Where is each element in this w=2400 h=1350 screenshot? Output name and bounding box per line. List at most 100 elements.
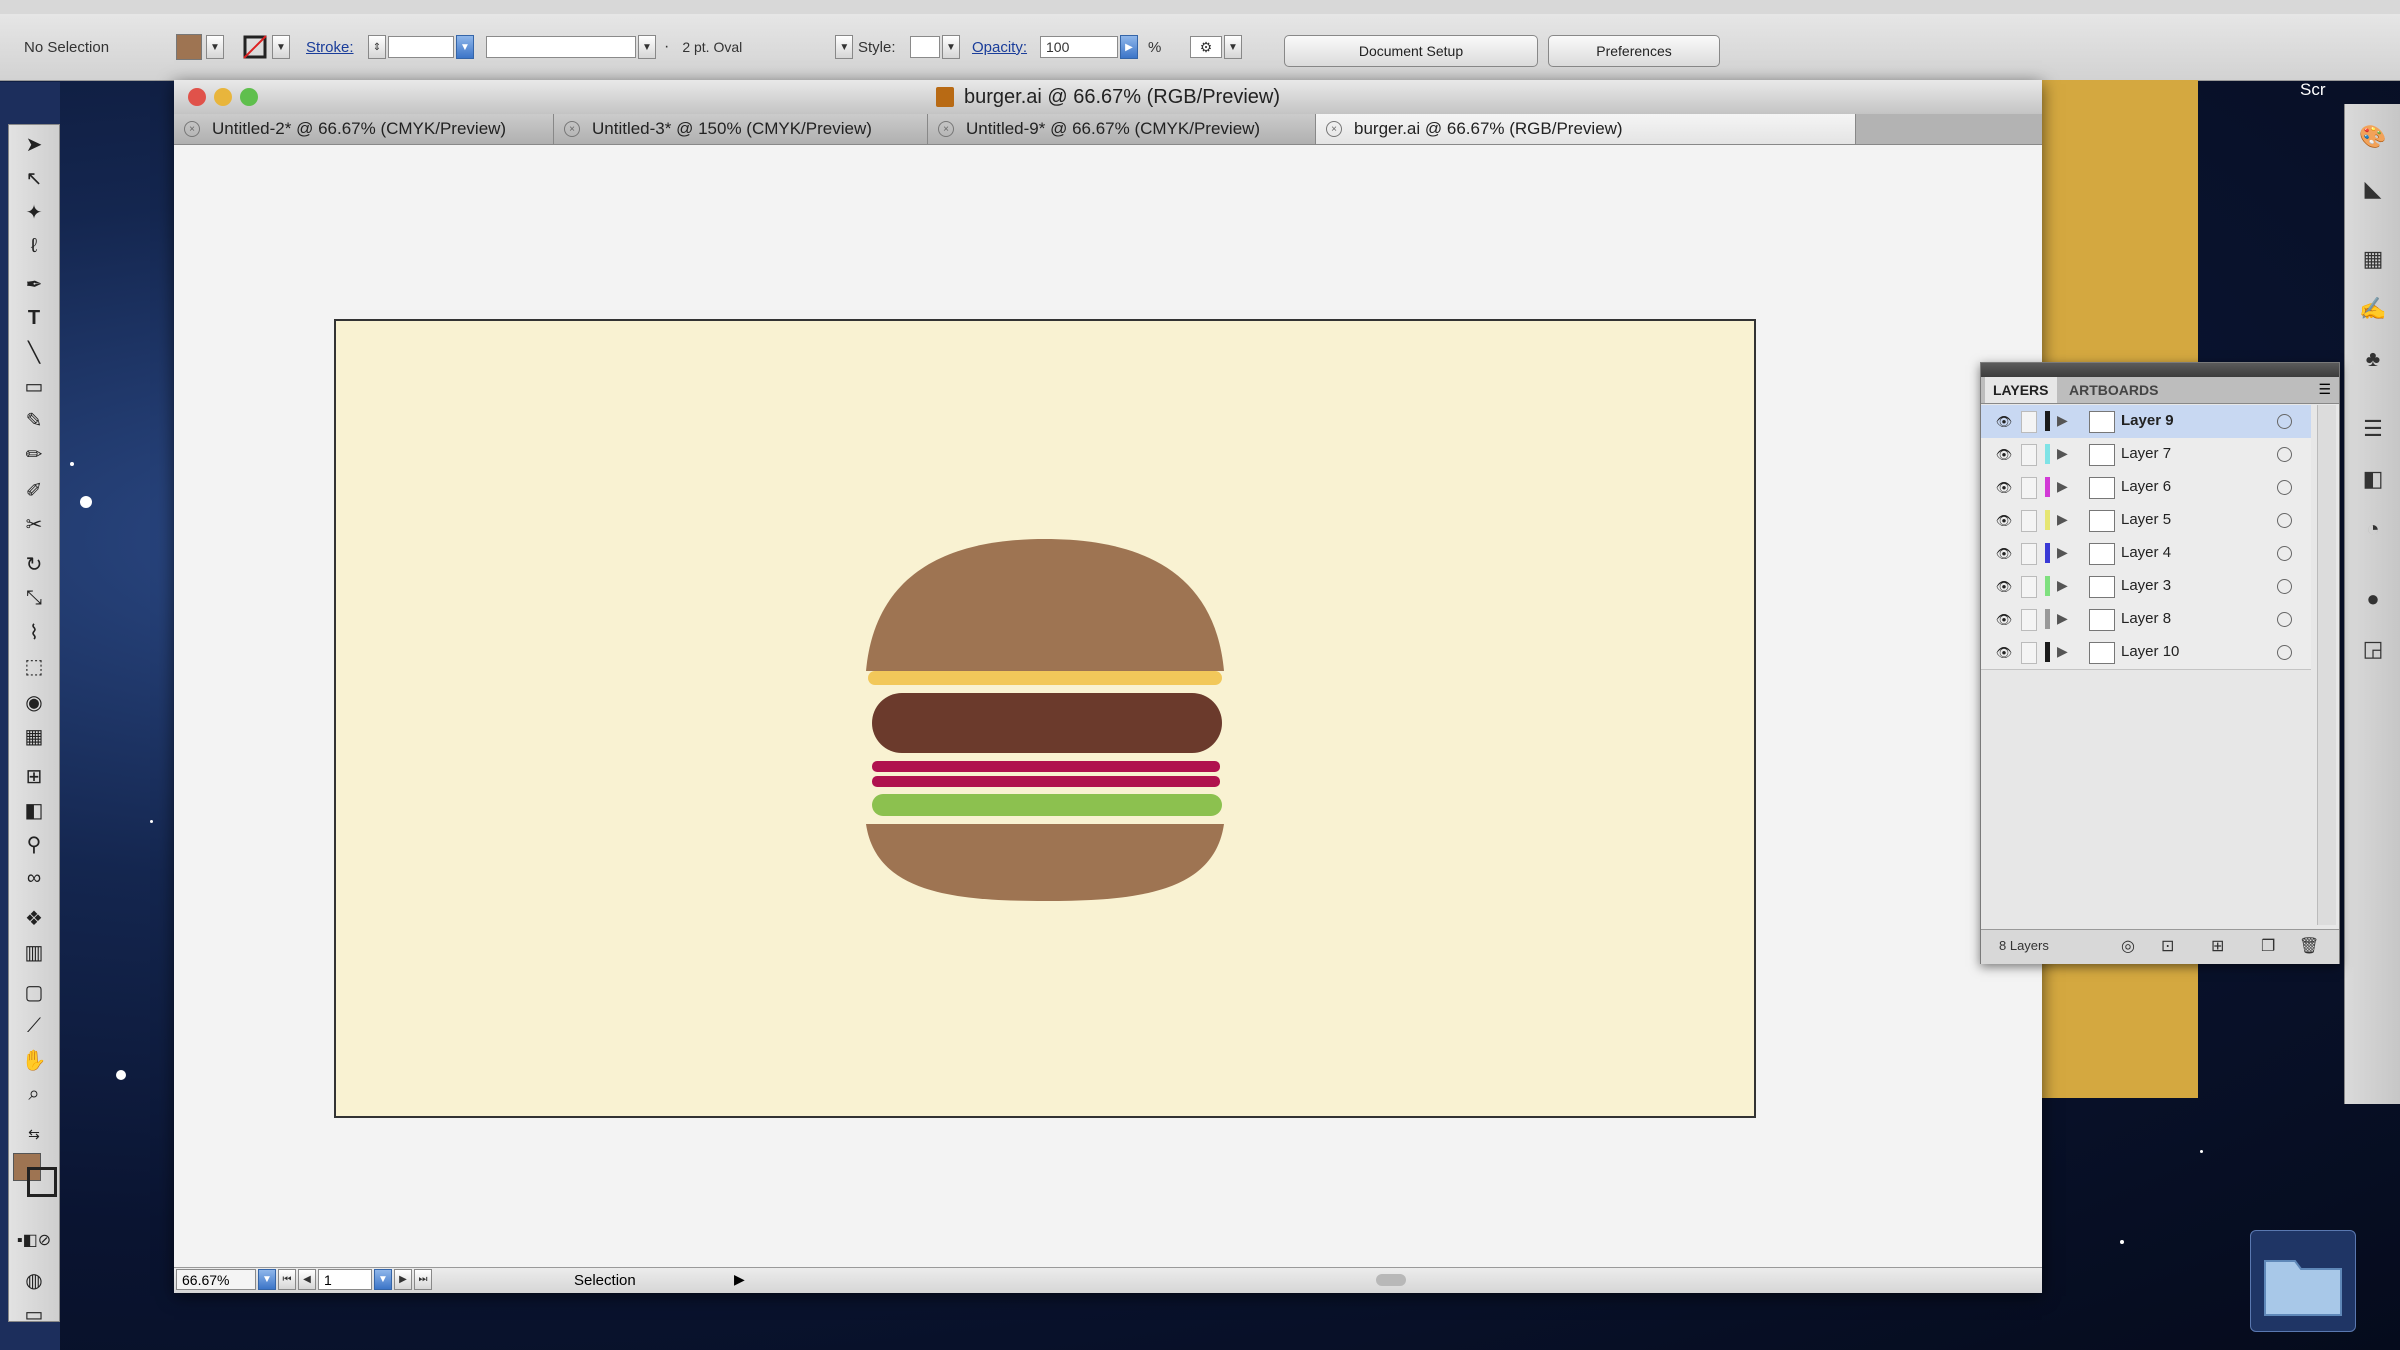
last-artboard-button[interactable]: ⏭ <box>414 1269 432 1290</box>
bun-top[interactable] <box>866 539 1224 671</box>
rectangle-tool-icon[interactable]: ▭ <box>17 371 51 401</box>
delete-layer-icon[interactable]: 🗑 <box>2299 936 2319 956</box>
stroke-weight-dropdown[interactable]: ▼ <box>456 35 474 59</box>
selection-tool-icon[interactable]: ➤ <box>17 129 51 159</box>
panel-header[interactable] <box>1981 363 2339 377</box>
zoom-level-field[interactable]: 66.67% <box>176 1269 256 1290</box>
graphic-styles-icon[interactable]: ◲ <box>2357 634 2389 664</box>
blob-brush-tool-icon[interactable]: ✐ <box>17 475 51 505</box>
brush-definition-field[interactable]: 2 pt. Oval <box>677 36 827 58</box>
visibility-eye-icon[interactable]: 👁 <box>1993 546 2015 561</box>
zoom-tool-icon[interactable]: ⌕ <box>17 1079 51 1109</box>
target-circle-icon[interactable] <box>2277 513 2292 528</box>
opacity-label[interactable]: Opacity: <box>972 39 1027 56</box>
target-circle-icon[interactable] <box>2277 546 2292 561</box>
target-circle-icon[interactable] <box>2277 579 2292 594</box>
expand-triangle-icon[interactable]: ▶ <box>2057 610 2068 627</box>
horizontal-scrollbar-thumb[interactable] <box>1376 1274 1406 1286</box>
preferences-button[interactable]: Preferences <box>1548 35 1720 67</box>
visibility-eye-icon[interactable]: 👁 <box>1993 513 2015 528</box>
lock-toggle[interactable] <box>2021 609 2037 631</box>
visibility-eye-icon[interactable]: 👁 <box>1993 480 2015 495</box>
stroke-none-icon[interactable] <box>242 34 268 60</box>
tab-artboards[interactable]: ARTBOARDS <box>2061 377 2166 403</box>
appearance-panel-icon[interactable]: ● <box>2357 584 2389 614</box>
canvas-area[interactable] <box>174 145 2042 1267</box>
first-artboard-button[interactable]: ⏮ <box>278 1269 296 1290</box>
eyedropper-tool-icon[interactable]: ⚲ <box>17 829 51 859</box>
lasso-tool-icon[interactable]: ℓ <box>17 231 51 261</box>
gradient-tool-icon[interactable]: ◧ <box>17 795 51 825</box>
pen-tool-icon[interactable]: ✒ <box>17 269 51 299</box>
brushes-icon[interactable]: ✍ <box>2357 294 2389 324</box>
close-tab-icon[interactable]: × <box>938 121 954 137</box>
folder-icon[interactable] <box>2250 1230 2356 1332</box>
layer-name[interactable]: Layer 10 <box>2121 643 2179 660</box>
layer-name[interactable]: Layer 3 <box>2121 577 2171 594</box>
close-tab-icon[interactable]: × <box>1326 121 1342 137</box>
recolor-dropdown[interactable]: ▼ <box>1224 35 1242 59</box>
lettuce[interactable] <box>872 794 1222 816</box>
hand-tool-icon[interactable]: ✋ <box>17 1045 51 1075</box>
zoom-dropdown[interactable]: ▼ <box>258 1269 276 1290</box>
graphic-style-dropdown[interactable]: ▼ <box>942 35 960 59</box>
visibility-eye-icon[interactable]: 👁 <box>1993 414 2015 429</box>
layer-row[interactable]: 👁 ▶ Layer 9 <box>1981 405 2311 439</box>
window-title-bar[interactable]: burger.ai @ 66.67% (RGB/Preview) <box>174 80 2042 114</box>
document-tab[interactable]: × Untitled-9* @ 66.67% (CMYK/Preview) <box>928 114 1316 144</box>
rotate-tool-icon[interactable]: ↻ <box>17 549 51 579</box>
visibility-eye-icon[interactable]: 👁 <box>1993 612 2015 627</box>
swap-fill-stroke-icon[interactable]: ⇆ <box>17 1119 51 1149</box>
lock-toggle[interactable] <box>2021 477 2037 499</box>
visibility-eye-icon[interactable]: 👁 <box>1993 579 2015 594</box>
stroke-weight-field[interactable] <box>388 36 454 58</box>
patty[interactable] <box>872 693 1222 753</box>
layer-row[interactable]: 👁 ▶ Layer 7 <box>1981 438 2311 472</box>
direct-selection-tool-icon[interactable]: ↖ <box>17 163 51 193</box>
close-tab-icon[interactable]: × <box>184 121 200 137</box>
layer-name[interactable]: Layer 4 <box>2121 544 2171 561</box>
layers-scrollbar[interactable] <box>2317 405 2336 925</box>
layer-name[interactable]: Layer 5 <box>2121 511 2171 528</box>
mesh-tool-icon[interactable]: ⊞ <box>17 761 51 791</box>
bun-bottom[interactable] <box>866 824 1224 901</box>
transparency-panel-icon[interactable]: ◔ <box>2357 514 2389 544</box>
lock-toggle[interactable] <box>2021 543 2037 565</box>
lock-toggle[interactable] <box>2021 411 2037 433</box>
make-clipping-mask-icon[interactable]: ⊡ <box>2161 936 2174 956</box>
artboard-tool-icon[interactable]: ▢ <box>17 977 51 1007</box>
zoom-window-button[interactable] <box>240 88 258 106</box>
perspective-grid-tool-icon[interactable]: ▦ <box>17 721 51 751</box>
type-tool-icon[interactable]: T <box>17 303 51 333</box>
fill-swatch[interactable] <box>176 34 202 60</box>
visibility-eye-icon[interactable]: 👁 <box>1993 645 2015 660</box>
line-tool-icon[interactable]: ╲ <box>17 337 51 367</box>
document-tab[interactable]: × Untitled-2* @ 66.67% (CMYK/Preview) <box>174 114 554 144</box>
width-tool-icon[interactable]: ⌇ <box>17 617 51 647</box>
layer-row[interactable]: 👁 ▶ Layer 8 <box>1981 603 2311 637</box>
document-tab[interactable]: × Untitled-3* @ 150% (CMYK/Preview) <box>554 114 928 144</box>
color-guide-icon[interactable]: 🎨 <box>2357 122 2389 152</box>
variable-width-dropdown[interactable]: ▼ <box>638 35 656 59</box>
panel-menu-icon[interactable]: ☰ <box>2318 381 2331 398</box>
blend-tool-icon[interactable]: ∞ <box>17 863 51 893</box>
status-tool-label[interactable]: Selection <box>574 1272 636 1289</box>
layer-row[interactable]: 👁 ▶ Layer 3 <box>1981 570 2311 604</box>
layer-name[interactable]: Layer 9 <box>2121 412 2174 429</box>
expand-triangle-icon[interactable]: ▶ <box>2057 478 2068 495</box>
layer-row[interactable]: 👁 ▶ Layer 6 <box>1981 471 2311 505</box>
stroke-dropdown-arrow[interactable]: ▼ <box>272 35 290 59</box>
stroke-label[interactable]: Stroke: <box>306 39 354 56</box>
status-menu-arrow-icon[interactable]: ▶ <box>734 1271 745 1288</box>
opacity-dropdown[interactable]: ▶ <box>1120 35 1138 59</box>
previous-artboard-button[interactable]: ◀ <box>298 1269 316 1290</box>
pencil-tool-icon[interactable]: ✏ <box>17 439 51 469</box>
expand-triangle-icon[interactable]: ▶ <box>2057 511 2068 528</box>
artboard-dropdown[interactable]: ▼ <box>374 1269 392 1290</box>
column-graph-tool-icon[interactable]: ▥ <box>17 937 51 967</box>
layer-row[interactable]: 👁 ▶ Layer 10 <box>1981 636 2311 670</box>
target-circle-icon[interactable] <box>2277 645 2292 660</box>
ketchup-stripe[interactable] <box>872 776 1220 787</box>
gradient-panel-icon[interactable]: ◧ <box>2357 464 2389 494</box>
stroke-color-box[interactable] <box>27 1167 57 1197</box>
